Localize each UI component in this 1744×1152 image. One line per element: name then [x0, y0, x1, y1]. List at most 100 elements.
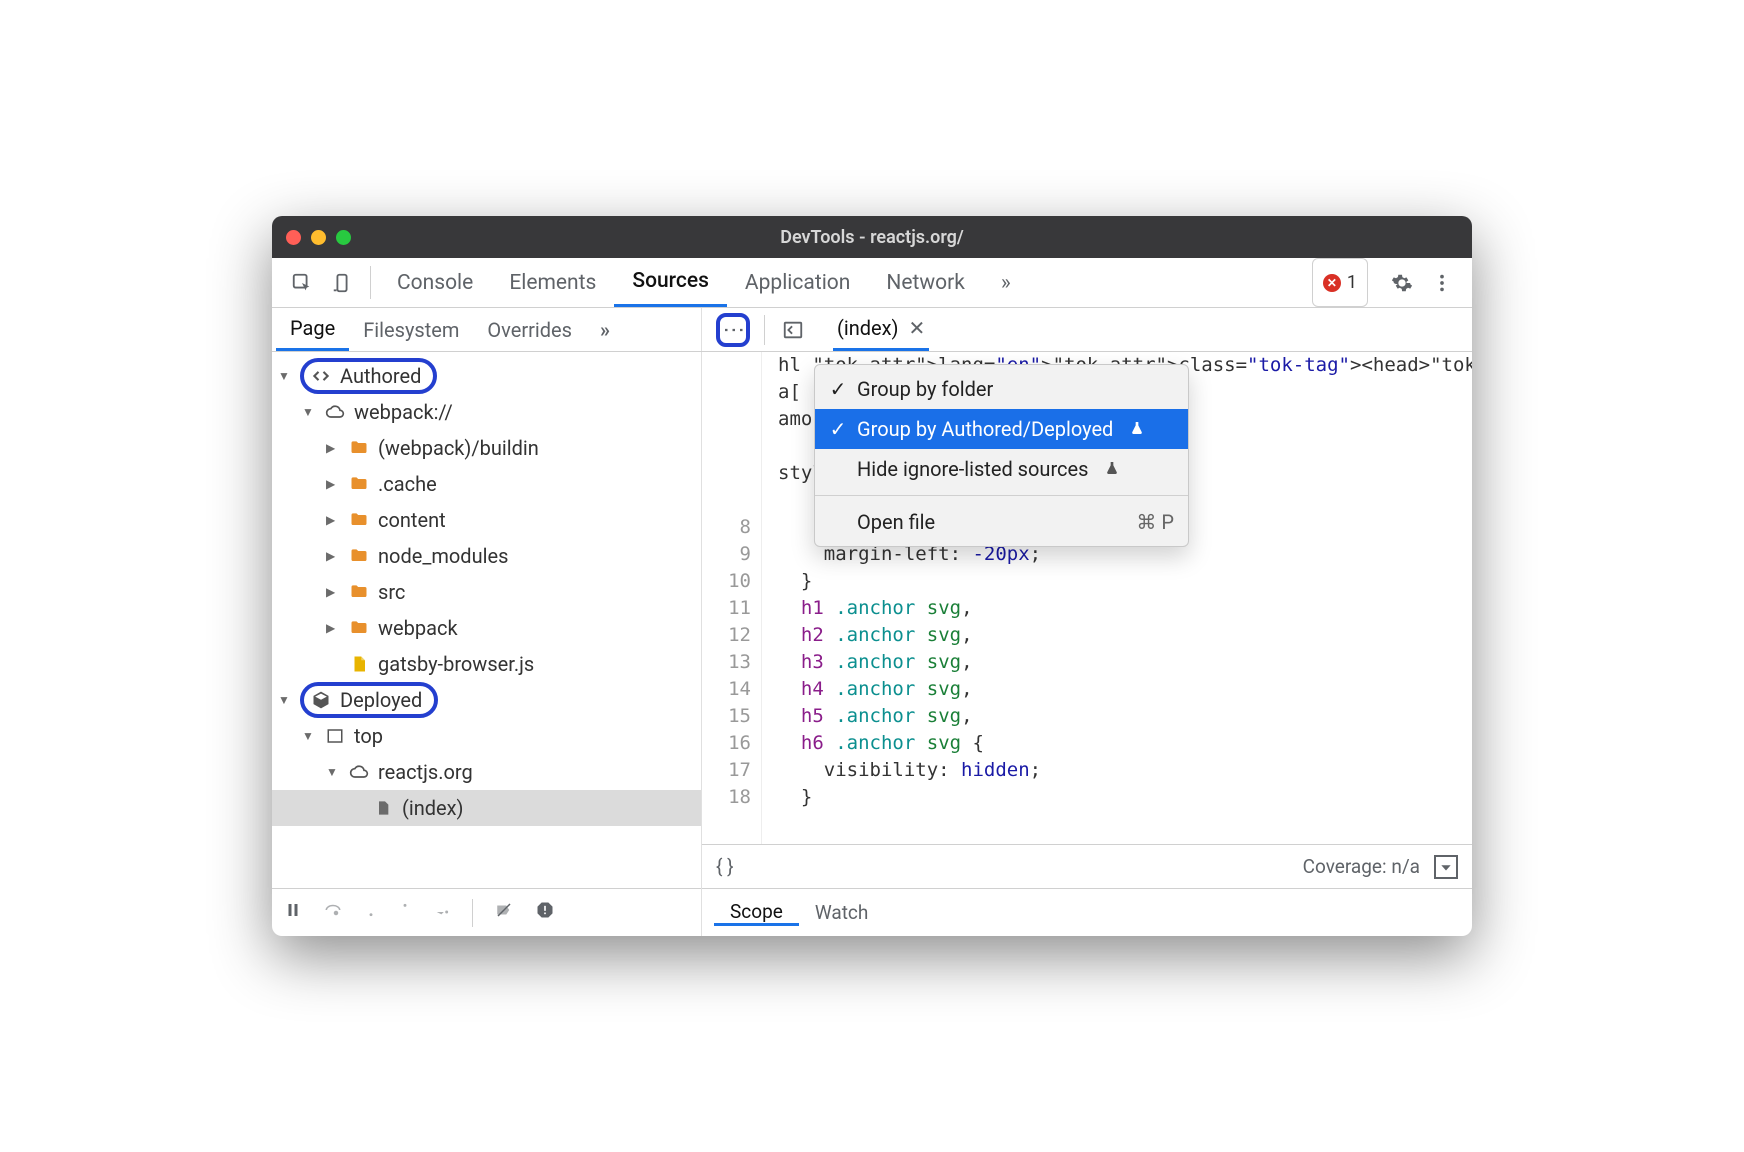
- caret-right-icon: ▶: [326, 621, 340, 635]
- caret-right-icon: ▶: [326, 585, 340, 599]
- folder-label: content: [378, 508, 446, 532]
- tree-folder[interactable]: ▶ node_modules: [272, 538, 701, 574]
- folder-label: webpack: [378, 616, 458, 640]
- open-file-tab[interactable]: (index) ✕: [833, 308, 929, 351]
- tree-index-file[interactable]: (index): [272, 790, 701, 826]
- tree-file[interactable]: gatsby-browser.js: [272, 646, 701, 682]
- folder-icon: [348, 582, 370, 602]
- document-icon: [372, 798, 394, 818]
- folder-icon: [348, 474, 370, 494]
- cloud-icon: [324, 402, 346, 422]
- show-console-icon[interactable]: [1434, 855, 1458, 879]
- caret-right-icon: ▶: [326, 477, 340, 491]
- frame-icon: [324, 727, 346, 745]
- devtools-window: DevTools - reactjs.org/ Console Elements…: [272, 216, 1472, 936]
- folder-label: src: [378, 580, 405, 604]
- close-tab-icon[interactable]: ✕: [909, 316, 926, 340]
- tree-authored[interactable]: ▼ Authored: [272, 358, 701, 394]
- navigator-menu-button[interactable]: ⋮: [716, 313, 750, 347]
- folder-icon: [348, 618, 370, 638]
- file-label: gatsby-browser.js: [378, 652, 534, 676]
- pause-on-exceptions-icon[interactable]: [535, 900, 555, 925]
- tree-folder[interactable]: ▶ src: [272, 574, 701, 610]
- file-tree: ▼ Authored ▼ webpack://: [272, 352, 701, 888]
- tab-application[interactable]: Application: [727, 258, 868, 307]
- webpack-label: webpack://: [354, 400, 453, 424]
- tab-scope[interactable]: Scope: [714, 900, 799, 926]
- caret-down-icon: ▼: [278, 369, 292, 383]
- navigator-tabs: Page Filesystem Overrides »: [272, 308, 702, 351]
- cloud-icon: [348, 762, 370, 782]
- frame-label: top: [354, 724, 383, 748]
- menu-separator: [815, 495, 1188, 496]
- kebab-icon[interactable]: [1422, 258, 1462, 307]
- divider: [764, 315, 765, 345]
- folder-icon: [348, 546, 370, 566]
- folder-label: (webpack)/buildin: [378, 436, 539, 460]
- subtab-page[interactable]: Page: [276, 308, 349, 351]
- package-icon: [310, 690, 332, 710]
- origin-label: reactjs.org: [378, 760, 473, 784]
- tree-frame-top[interactable]: ▼ top: [272, 718, 701, 754]
- caret-down-icon: ▼: [302, 405, 316, 419]
- error-icon: ✕: [1323, 274, 1341, 292]
- tab-elements[interactable]: Elements: [491, 258, 614, 307]
- navigator-sidebar: ▼ Authored ▼ webpack://: [272, 352, 702, 936]
- tree-folder[interactable]: ▶ (webpack)/buildin: [272, 430, 701, 466]
- error-count: 1: [1347, 272, 1357, 293]
- pause-icon[interactable]: [284, 901, 302, 924]
- debug-tabs: Scope Watch: [702, 888, 1472, 936]
- main-toolbar: Console Elements Sources Application Net…: [272, 258, 1472, 308]
- show-navigator-icon[interactable]: [773, 319, 813, 341]
- flask-icon: [1104, 457, 1120, 481]
- open-file-name: (index): [837, 316, 899, 340]
- menu-item-label: Group by Authored/Deployed: [857, 417, 1113, 441]
- window-title: DevTools - reactjs.org/: [272, 227, 1472, 248]
- tab-watch[interactable]: Watch: [799, 901, 885, 924]
- tab-network[interactable]: Network: [868, 258, 983, 307]
- subtab-filesystem[interactable]: Filesystem: [349, 308, 473, 351]
- subtab-more[interactable]: »: [586, 308, 624, 351]
- caret-down-icon: ▼: [278, 693, 292, 707]
- toolbar-divider: [370, 266, 371, 299]
- step-icon[interactable]: [432, 901, 452, 924]
- line-gutter: 89101112131415161718: [702, 352, 762, 844]
- menu-item-label: Hide ignore-listed sources: [857, 457, 1088, 481]
- menu-group-by-authored-deployed[interactable]: ✓ Group by Authored/Deployed: [815, 409, 1188, 449]
- flask-icon: [1129, 417, 1145, 441]
- error-badge[interactable]: ✕ 1: [1312, 258, 1368, 307]
- tree-webpack-root[interactable]: ▼ webpack://: [272, 394, 701, 430]
- tab-more[interactable]: »: [983, 258, 1029, 307]
- tree-origin[interactable]: ▼ reactjs.org: [272, 754, 701, 790]
- device-toggle-icon[interactable]: [322, 258, 362, 307]
- deployed-label: Deployed: [340, 688, 422, 712]
- inspect-icon[interactable]: [282, 258, 322, 307]
- step-out-icon[interactable]: [398, 900, 412, 925]
- keyboard-shortcut: ⌘ P: [1136, 510, 1174, 534]
- coverage-label: Coverage: n/a: [1303, 855, 1420, 878]
- tab-console[interactable]: Console: [379, 258, 491, 307]
- menu-hide-ignore-listed[interactable]: Hide ignore-listed sources: [815, 449, 1188, 489]
- tree-deployed[interactable]: ▼ Deployed: [272, 682, 701, 718]
- step-into-icon[interactable]: [364, 900, 378, 925]
- gear-icon[interactable]: [1382, 258, 1422, 307]
- tree-folder[interactable]: ▶ webpack: [272, 610, 701, 646]
- divider: [472, 899, 473, 927]
- caret-right-icon: ▶: [326, 549, 340, 563]
- authored-label: Authored: [340, 364, 421, 388]
- js-file-icon: [348, 654, 370, 674]
- deactivate-breakpoints-icon[interactable]: [493, 901, 515, 924]
- tree-folder[interactable]: ▶ .cache: [272, 466, 701, 502]
- navigator-context-menu: ✓ Group by folder ✓ Group by Authored/De…: [814, 364, 1189, 547]
- debugger-footer: [272, 888, 701, 936]
- editor-footer: { } Coverage: n/a: [702, 844, 1472, 888]
- menu-group-by-folder[interactable]: ✓ Group by folder: [815, 369, 1188, 409]
- pretty-print-icon[interactable]: { }: [716, 855, 734, 878]
- file-label: (index): [402, 796, 464, 820]
- tree-folder[interactable]: ▶ content: [272, 502, 701, 538]
- step-over-icon[interactable]: [322, 901, 344, 924]
- subtab-overrides[interactable]: Overrides: [473, 308, 586, 351]
- folder-label: .cache: [378, 472, 437, 496]
- menu-open-file[interactable]: Open file ⌘ P: [815, 502, 1188, 542]
- tab-sources[interactable]: Sources: [614, 258, 727, 307]
